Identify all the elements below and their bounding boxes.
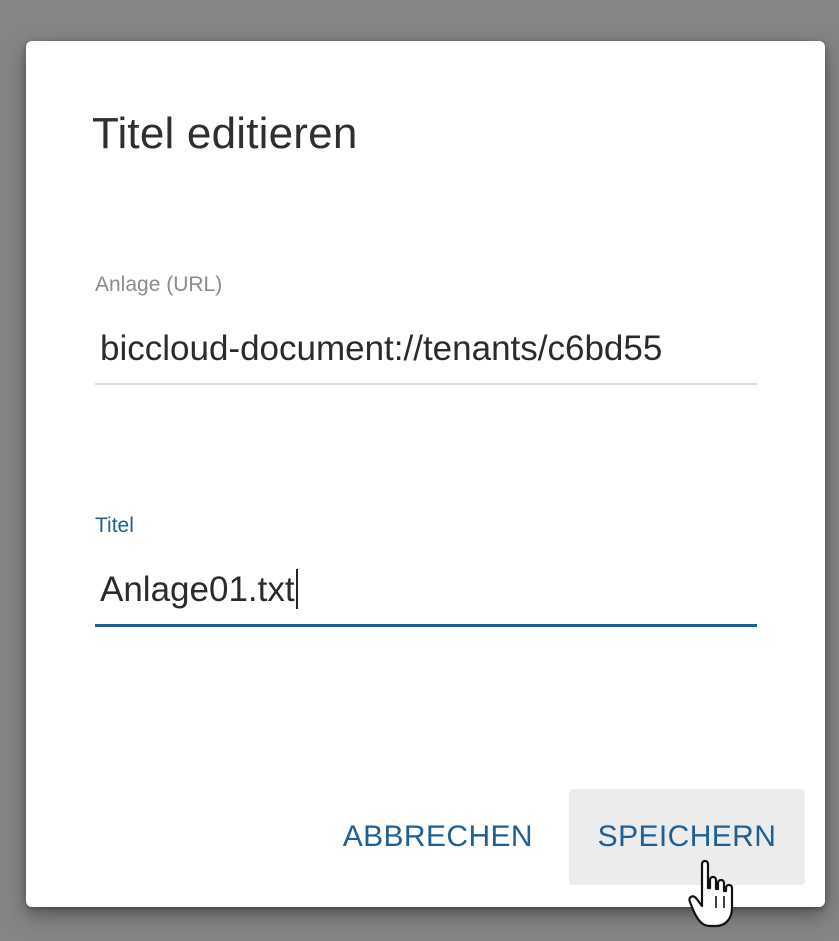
title-input[interactable]: Anlage01.txt (95, 560, 757, 620)
edit-title-dialog: Titel editieren Anlage (URL) biccloud-do… (26, 41, 825, 907)
cancel-button[interactable]: ABBRECHEN (325, 789, 551, 885)
dialog-title: Titel editieren (92, 109, 358, 158)
title-input-value: Anlage01.txt (100, 570, 295, 609)
title-field-label: Titel (95, 514, 134, 537)
title-field-underline (95, 624, 757, 627)
url-field-label: Anlage (URL) (95, 273, 223, 296)
hand-pointer-icon (688, 859, 734, 928)
text-caret (295, 568, 298, 609)
url-input[interactable]: biccloud-document://tenants/c6bd55 (95, 319, 757, 379)
save-button[interactable]: SPEICHERN (569, 789, 805, 885)
title-field: Titel Anlage01.txt (95, 514, 757, 627)
url-field-underline (95, 383, 757, 385)
url-field: Anlage (URL) biccloud-document://tenants… (95, 273, 757, 385)
